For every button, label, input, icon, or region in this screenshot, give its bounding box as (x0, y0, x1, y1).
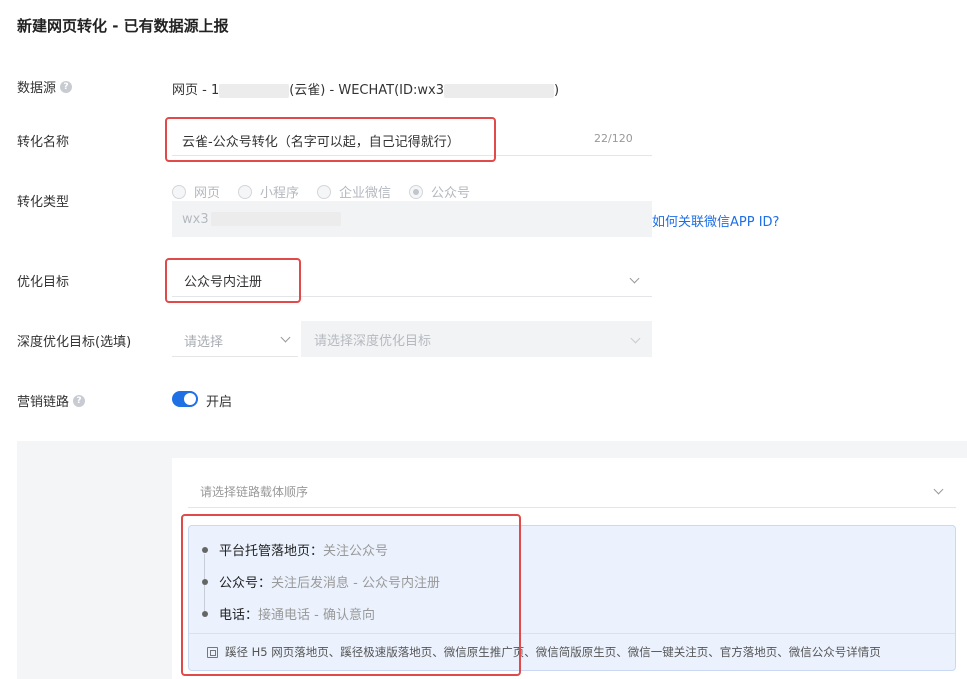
datasource-value-suffix: ) (553, 83, 560, 98)
conversion-type-radio-group: 网页 小程序 企业微信 公众号 (172, 182, 488, 201)
radio-circle-icon (172, 184, 186, 199)
question-circle-icon[interactable]: ? (73, 394, 86, 407)
conversion-name-counter: 22/120 (594, 132, 633, 145)
optimize-goal-label: 优化目标 (17, 275, 70, 290)
radio-official-account[interactable]: 公众号 (409, 182, 470, 201)
datasource-label: 数据源 ? (17, 77, 73, 96)
marketing-chain-toggle-label: 开启 (206, 395, 233, 410)
highlight-box (165, 117, 496, 162)
app-id-value: wx3 (182, 211, 209, 227)
radio-mini-program[interactable]: 小程序 (238, 182, 299, 201)
conversion-name-label: 转化名称 (17, 135, 70, 150)
deep-goal-select-1-placeholder: 请选择 (184, 335, 224, 350)
marketing-chain-toggle[interactable] (172, 391, 198, 407)
highlight-box (181, 514, 521, 676)
conversion-type-label: 转化类型 (17, 195, 70, 210)
radio-label: 网页 (194, 186, 221, 201)
redacted-block (210, 212, 341, 226)
radio-circle-icon (317, 184, 332, 199)
deep-goal-label: 深度优化目标(选填) (17, 335, 132, 350)
deep-goal-select-2-placeholder: 请选择深度优化目标 (314, 333, 432, 349)
radio-label: 公众号 (431, 186, 471, 201)
marketing-chain-label-text: 营销链路 (17, 395, 70, 410)
redacted-block (219, 83, 290, 98)
radio-label: 小程序 (260, 186, 300, 201)
radio-checked-icon (409, 184, 424, 199)
deep-goal-select-2: 请选择深度优化目标 (301, 321, 652, 357)
datasource-value: 网页 - 1 (云雀) - WECHAT(ID:wx3) (172, 79, 559, 98)
radio-wecom[interactable]: 企业微信 (317, 182, 391, 201)
page-title: 新建网页转化 - 已有数据源上报 (17, 17, 229, 35)
radio-webpage[interactable]: 网页 (172, 182, 220, 201)
datasource-value-prefix: 网页 - 1 (172, 83, 220, 98)
redacted-block (443, 83, 554, 98)
marketing-chain-label: 营销链路 ? (17, 391, 86, 410)
chain-order-placeholder: 请选择链路载体顺序 (200, 485, 309, 499)
question-circle-icon[interactable]: ? (60, 80, 73, 93)
datasource-label-text: 数据源 (17, 81, 57, 96)
highlight-box (165, 258, 301, 303)
link-app-id-help[interactable]: 如何关联微信APP ID? (652, 211, 779, 230)
radio-circle-icon (238, 184, 253, 199)
radio-label: 企业微信 (339, 186, 392, 201)
datasource-value-mid: (云雀) - WECHAT(ID:wx3 (289, 83, 444, 98)
app-id-input: wx3 (172, 201, 652, 237)
